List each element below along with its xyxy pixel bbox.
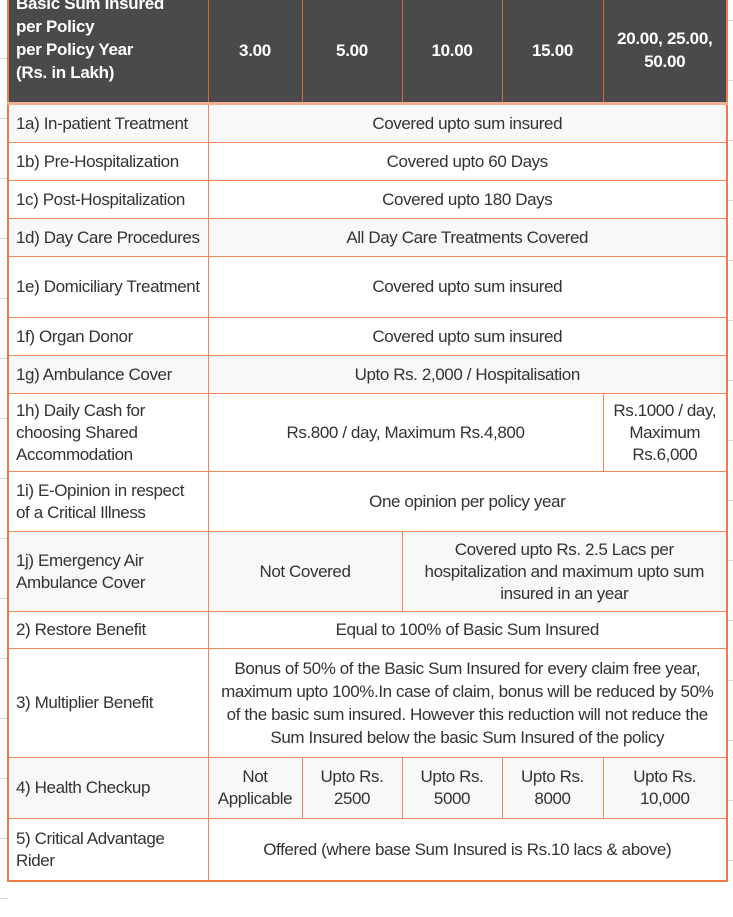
table-row-health-checkup: 4) Health Checkup Not Applicable Upto Rs… [7, 757, 728, 819]
row-label: 1h) Daily Cash for choosing Shared Accom… [7, 393, 209, 472]
row-label: 1i) E-Opinion in respect of a Critical I… [7, 471, 209, 532]
header-label-line: per Policy Year [16, 40, 134, 59]
row-label: 1a) In-patient Treatment [7, 103, 209, 143]
row-value-5-lakh: Upto Rs. 2500 [301, 757, 403, 819]
header-row: Basic Sum Insured per Policy per Policy … [7, 0, 728, 105]
row-label: 3) Multiplier Benefit [7, 648, 209, 758]
table-row-domiciliary: 1e) Domiciliary Treatment Covered upto s… [7, 256, 728, 318]
table-row-ambulance: 1g) Ambulance Cover Upto Rs. 2,000 / Hos… [7, 355, 728, 394]
table-row-e-opinion: 1i) E-Opinion in respect of a Critical I… [7, 471, 728, 532]
row-label: 1j) Emergency Air Ambulance Cover [7, 531, 209, 612]
row-value: All Day Care Treatments Covered [207, 218, 728, 257]
header-col-20-plus-lakh: 20.00, 25.00, 50.00 [602, 0, 728, 105]
row-label: 1f) Organ Donor [7, 317, 209, 356]
row-value: Bonus of 50% of the Basic Sum Insured fo… [207, 648, 728, 758]
row-value: Covered upto sum insured [207, 256, 728, 318]
row-label: 1b) Pre-Hospitalization [7, 142, 209, 181]
header-col-15-lakh: 15.00 [501, 0, 604, 105]
row-value: Covered upto sum insured [207, 103, 728, 143]
table-row-multiplier-benefit: 3) Multiplier Benefit Bonus of 50% of th… [7, 648, 728, 758]
row-value-10-lakh: Upto Rs. 5000 [401, 757, 503, 819]
row-value: Covered upto 60 Days [207, 142, 728, 181]
row-label: 2) Restore Benefit [7, 611, 209, 649]
row-value: Upto Rs. 2,000 / Hospitalisation [207, 355, 728, 394]
row-value: Covered upto 180 Days [207, 180, 728, 219]
row-value: One opinion per policy year [207, 471, 728, 532]
row-label: 1g) Ambulance Cover [7, 355, 209, 394]
table-row-post-hospitalization: 1c) Post-Hospitalization Covered upto 18… [7, 180, 728, 219]
table-row-restore-benefit: 2) Restore Benefit Equal to 100% of Basi… [7, 611, 728, 649]
table-row-inpatient: 1a) In-patient Treatment Covered upto su… [7, 103, 728, 143]
row-value: Equal to 100% of Basic Sum Insured [207, 611, 728, 649]
table-row-day-care: 1d) Day Care Procedures All Day Care Tre… [7, 218, 728, 257]
header-col-3-lakh: 3.00 [207, 0, 303, 105]
table-row-pre-hospitalization: 1b) Pre-Hospitalization Covered upto 60 … [7, 142, 728, 181]
table-row-daily-cash: 1h) Daily Cash for choosing Shared Accom… [7, 393, 728, 472]
header-label-line: per Policy [16, 17, 95, 36]
table-row-air-ambulance: 1j) Emergency Air Ambulance Cover Not Co… [7, 531, 728, 612]
header-col-5-lakh: 5.00 [301, 0, 403, 105]
header-col-10-lakh: 10.00 [401, 0, 503, 105]
row-value-20-plus: Rs.1000 / day, Maximum Rs.6,000 [602, 393, 728, 472]
row-value-3-to-15: Rs.800 / day, Maximum Rs.4,800 [207, 393, 604, 472]
row-label: 1c) Post-Hospitalization [7, 180, 209, 219]
table-row-organ-donor: 1f) Organ Donor Covered upto sum insured [7, 317, 728, 356]
row-value-20-plus-lakh: Upto Rs. 10,000 [602, 757, 728, 819]
header-sum-insured-label: Basic Sum Insured per Policy per Policy … [7, 0, 209, 105]
row-label: 1e) Domiciliary Treatment [7, 256, 209, 318]
table-row-critical-advantage: 5) Critical Advantage Rider Offered (whe… [7, 818, 728, 882]
row-label: 1d) Day Care Procedures [7, 218, 209, 257]
row-value-3-to-5: Not Covered [207, 531, 403, 612]
row-value-15-lakh: Upto Rs. 8000 [501, 757, 604, 819]
row-value-3-lakh: Not Applicable [207, 757, 303, 819]
row-label: 5) Critical Advantage Rider [7, 818, 209, 882]
header-label-line: Basic Sum Insured [16, 0, 164, 13]
row-value-10-plus: Covered upto Rs. 2.5 Lacs per hospitaliz… [401, 531, 728, 612]
header-label-line: (Rs. in Lakh) [16, 63, 115, 82]
row-value: Offered (where base Sum Insured is Rs.10… [207, 818, 728, 882]
row-label: 4) Health Checkup [7, 757, 209, 819]
benefits-table: Basic Sum Insured per Policy per Policy … [7, 0, 728, 882]
row-value: Covered upto sum insured [207, 317, 728, 356]
